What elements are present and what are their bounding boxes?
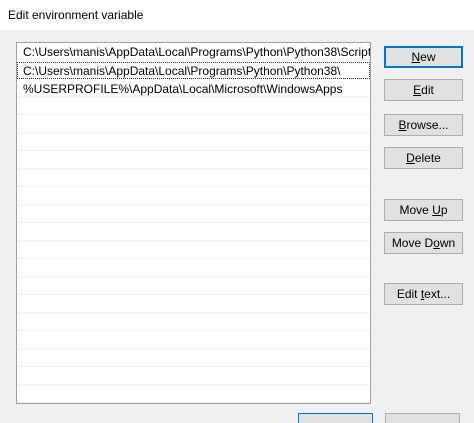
new-button-access-key: N [411, 50, 421, 64]
empty-list-row[interactable] [17, 368, 370, 385]
window-title: Edit environment variable [8, 8, 144, 22]
empty-list-row[interactable] [17, 386, 370, 403]
new-button-label-post: ew [420, 50, 436, 64]
path-list-item[interactable]: %USERPROFILE%\AppData\Local\Microsoft\Wi… [17, 80, 370, 97]
browse-button-label-post: rowse... [406, 118, 449, 132]
empty-list-row[interactable] [17, 116, 370, 133]
move-up-button-label-pre: Move [399, 203, 433, 217]
empty-list-row[interactable] [17, 242, 370, 259]
empty-list-row[interactable] [17, 188, 370, 205]
move-up-button-label-post: p [440, 203, 448, 217]
edit-text-button-label-post: ext... [424, 287, 451, 301]
path-list-item-text: C:\Users\manis\AppData\Local\Programs\Py… [23, 45, 371, 59]
empty-list-row[interactable] [17, 98, 370, 115]
move-down-button-access-key: o [433, 236, 440, 250]
browse-button-access-key: B [398, 118, 407, 132]
edit-env-variable-dialog: Edit environment variable C:\Users\manis… [0, 0, 474, 423]
title-bar[interactable]: Edit environment variable [0, 0, 474, 30]
delete-button[interactable]: Delete [384, 147, 463, 169]
delete-button-access-key: D [406, 151, 415, 165]
empty-list-row[interactable] [17, 134, 370, 151]
move-up-button[interactable]: Move Up [384, 199, 463, 221]
empty-list-row[interactable] [17, 206, 370, 223]
empty-list-row[interactable] [17, 350, 370, 367]
empty-list-row[interactable] [17, 332, 370, 349]
move-up-button-access-key: U [432, 203, 441, 217]
cancel-button[interactable] [385, 413, 460, 423]
browse-button[interactable]: Browse... [384, 114, 463, 136]
empty-list-row[interactable] [17, 314, 370, 331]
ok-button[interactable] [298, 413, 373, 423]
move-down-button-label-post: wn [439, 236, 456, 250]
path-list-item[interactable]: C:\Users\manis\AppData\Local\Programs\Py… [17, 43, 370, 60]
empty-list-row[interactable] [17, 170, 370, 187]
empty-list-row[interactable] [17, 278, 370, 295]
path-list[interactable]: C:\Users\manis\AppData\Local\Programs\Py… [16, 42, 371, 404]
delete-button-label-post: elete [414, 151, 441, 165]
edit-button[interactable]: Edit [384, 79, 463, 101]
empty-list-row[interactable] [17, 260, 370, 277]
path-list-item-text: C:\Users\manis\AppData\Local\Programs\Py… [23, 64, 341, 78]
edit-text-button[interactable]: Edit text... [384, 283, 463, 305]
move-down-button-label-pre: Move D [391, 236, 434, 250]
edit-button-label-post: dit [421, 83, 434, 97]
edit-text-button-label-pre: Edit [396, 287, 421, 301]
move-down-button[interactable]: Move Down [384, 232, 463, 254]
path-list-item-editing[interactable]: C:\Users\manis\AppData\Local\Programs\Py… [17, 62, 370, 79]
new-button[interactable]: New [384, 46, 463, 68]
edit-button-access-key: E [413, 83, 422, 97]
empty-list-row[interactable] [17, 152, 370, 169]
path-list-item-text: %USERPROFILE%\AppData\Local\Microsoft\Wi… [23, 82, 343, 96]
empty-list-row[interactable] [17, 296, 370, 313]
empty-list-row[interactable] [17, 224, 370, 241]
